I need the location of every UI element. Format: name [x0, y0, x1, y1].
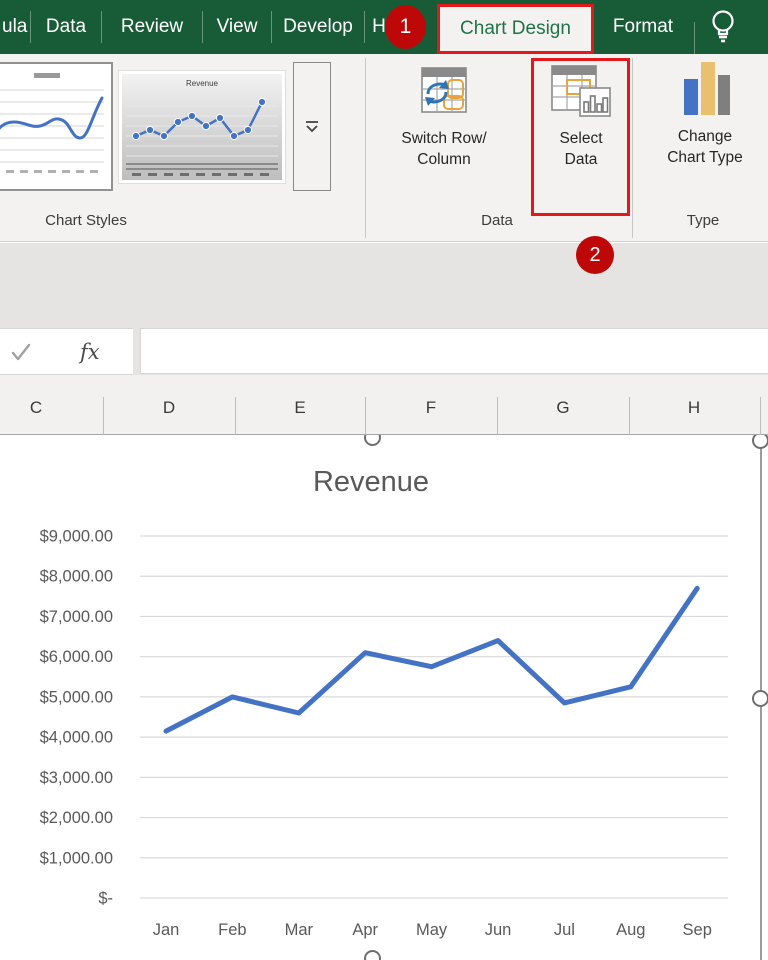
x-tick-label: Mar: [285, 921, 314, 939]
tab-format[interactable]: Format: [597, 0, 689, 54]
x-tick-label: Jul: [554, 921, 575, 939]
tab-label: Develop: [283, 16, 353, 37]
more-dropdown-icon: [306, 120, 318, 132]
tab-label: Data: [45, 16, 87, 37]
annotation-step-2-badge: 2: [576, 236, 614, 274]
x-tick-label: Aug: [616, 921, 645, 939]
excel-window: ula Data Review View Develop H 1 Chart D…: [0, 0, 768, 960]
group-label-chart-styles: Chart Styles: [45, 212, 127, 229]
tab-data[interactable]: Data: [31, 0, 101, 54]
tab-separator: [694, 22, 695, 54]
tab-formulas-partial[interactable]: ula: [0, 0, 30, 54]
y-tick-label: $6,000.00: [40, 648, 113, 666]
chart-gridlines: [140, 535, 728, 899]
ribbon-lower-band: [0, 243, 768, 328]
x-tick-label: Jun: [485, 921, 512, 939]
annotation-box-select-data: [531, 58, 630, 216]
group-divider: [632, 58, 633, 238]
revenue-chart[interactable]: Revenue $9,000.00 $8,000.00 $7,000.00 $6,00…: [0, 435, 768, 960]
tab-view[interactable]: View: [203, 0, 271, 54]
tab-label: Chart Design: [460, 18, 571, 39]
x-tick-label: Apr: [352, 921, 378, 939]
tab-label: H: [372, 16, 386, 37]
fx-icon[interactable]: fx: [80, 340, 100, 364]
annotation-step-2-number: 2: [589, 243, 601, 266]
switch-row-column-button[interactable]: Switch Row/ Column: [386, 60, 502, 170]
tab-label: Format: [612, 16, 674, 37]
x-tick-label: Feb: [218, 921, 246, 939]
tab-developer-partial[interactable]: Develop: [272, 0, 364, 54]
switch-row-column-label-line1: Switch Row/: [401, 130, 487, 147]
y-tick-label: $2,000.00: [40, 809, 113, 827]
switch-row-column-label-line2: Column: [417, 151, 471, 168]
column-header-g[interactable]: G: [556, 398, 569, 418]
column-headers: C D E F G H: [0, 375, 768, 435]
change-chart-type-label-line2: Chart Type: [667, 149, 743, 166]
chart-y-axis-labels: $9,000.00 $8,000.00 $7,000.00 $6,000.00 $5,0…: [40, 528, 113, 908]
column-header-f[interactable]: F: [426, 398, 436, 418]
change-chart-type-label-line1: Change: [677, 128, 733, 145]
column-header-e[interactable]: E: [294, 398, 305, 418]
column-header-c[interactable]: C: [30, 398, 42, 418]
chart-resize-handle-bottom-center[interactable]: [364, 950, 381, 960]
x-tick-label: May: [416, 921, 448, 939]
chart-series-line: [163, 585, 700, 734]
tab-review[interactable]: Review: [102, 0, 202, 54]
change-chart-type-button[interactable]: Change Chart Type: [645, 60, 765, 168]
ribbon-tab-bar: ula Data Review View Develop H 1 Chart D…: [0, 0, 768, 54]
chart-style-thumbnail-1-selected[interactable]: [0, 62, 113, 191]
y-tick-label: $9,000.00: [40, 528, 113, 546]
group-divider: [365, 58, 366, 238]
chart-style-thumbnail-2[interactable]: Revenue: [118, 70, 286, 184]
revenue-series-line: [163, 585, 700, 734]
group-label-type: Type: [686, 212, 720, 229]
lightbulb-icon[interactable]: [706, 8, 740, 51]
formula-input[interactable]: [140, 328, 768, 374]
column-separator: [497, 397, 498, 435]
column-separator: [103, 397, 104, 435]
column-bars-icon: [684, 62, 730, 115]
tab-chart-design-active[interactable]: Chart Design: [437, 4, 594, 54]
tab-label: ula: [2, 16, 28, 37]
y-tick-label: $1,000.00: [40, 849, 113, 867]
column-separator: [760, 397, 761, 435]
column-separator: [365, 397, 366, 435]
tab-label: View: [216, 16, 258, 37]
chart-styles-more-button[interactable]: [293, 62, 331, 191]
column-header-d[interactable]: D: [163, 398, 175, 418]
thumbnail-chart-title: Revenue: [186, 79, 219, 88]
y-tick-label: $5,000.00: [40, 688, 113, 706]
annotation-step-1-number: 1: [399, 15, 412, 38]
y-tick-label: $3,000.00: [40, 769, 113, 787]
formula-bar: fx: [0, 328, 768, 375]
annotation-step-1-badge: 1: [385, 5, 426, 49]
x-tick-label: Jan: [153, 921, 180, 939]
checkmark-icon[interactable]: [9, 340, 33, 364]
chart-resize-handle-right-middle[interactable]: [752, 690, 768, 707]
y-tick-label: $8,000.00: [40, 568, 113, 586]
ribbon: Revenue Switch Row/ Column Select Data C…: [0, 54, 768, 242]
x-tick-label: Sep: [683, 921, 712, 939]
chart-title: Revenue: [313, 466, 429, 498]
sheet-area: Revenue $9,000.00 $8,000.00 $7,000.00 $6,00…: [0, 429, 768, 960]
table-swap-arrows-icon: [421, 67, 467, 113]
chart-x-axis-labels: Jan Feb Mar Apr May Jun Jul Aug Sep: [153, 921, 712, 939]
column-separator: [629, 397, 630, 435]
column-header-h[interactable]: H: [688, 398, 700, 418]
group-label-data: Data: [481, 212, 513, 229]
tab-label: Review: [120, 16, 184, 37]
y-tick-label: $4,000.00: [40, 729, 113, 747]
column-separator: [235, 397, 236, 435]
formula-bar-controls: fx: [0, 328, 133, 375]
y-tick-label: $7,000.00: [40, 608, 113, 626]
y-tick-label: $-: [98, 890, 113, 908]
